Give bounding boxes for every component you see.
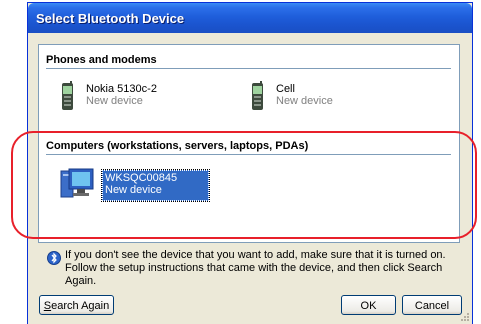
resize-grip-icon[interactable] <box>460 312 470 322</box>
phone-icon <box>62 81 73 110</box>
window-title: Select Bluetooth Device <box>36 11 185 26</box>
device-status: New device <box>276 95 333 107</box>
device-cell[interactable]: Cell New device <box>251 81 351 115</box>
device-name: Cell <box>276 83 295 95</box>
title-bar[interactable]: Select Bluetooth Device <box>28 3 472 33</box>
device-name: WKSQC00845 <box>105 172 178 184</box>
ok-label: OK <box>360 300 377 312</box>
group-header-computers: Computers (workstations, servers, laptop… <box>46 136 451 155</box>
search-again-label: earch Again <box>51 300 110 312</box>
device-status: New device <box>86 95 143 107</box>
group-header-label: Computers (workstations, servers, laptop… <box>46 140 309 152</box>
group-header-label: Phones and modems <box>46 54 157 66</box>
bluetooth-info-icon <box>47 251 61 265</box>
device-list[interactable]: Phones and modems Nokia 5130c-2 New devi… <box>38 44 460 243</box>
info-text: If you don't see the device that you wan… <box>65 249 446 287</box>
cancel-button[interactable]: Cancel <box>402 295 462 315</box>
computer-icon <box>60 168 94 198</box>
group-header-phones-and-modems: Phones and modems <box>46 50 451 69</box>
search-again-accesskey: S <box>43 300 52 312</box>
device-status: New device <box>105 184 162 196</box>
phone-icon <box>252 81 263 110</box>
search-again-button[interactable]: Search Again <box>39 295 114 315</box>
ok-button[interactable]: OK <box>341 295 396 315</box>
selected-device-label[interactable]: WKSQC00845 New device <box>101 169 210 202</box>
device-name: Nokia 5130c-2 <box>86 83 157 95</box>
cancel-label: Cancel <box>414 300 450 312</box>
device-nokia-5130c-2[interactable]: Nokia 5130c-2 New device <box>61 81 191 115</box>
select-bluetooth-device-dialog: Select Bluetooth Device Phones and modem… <box>27 2 473 324</box>
